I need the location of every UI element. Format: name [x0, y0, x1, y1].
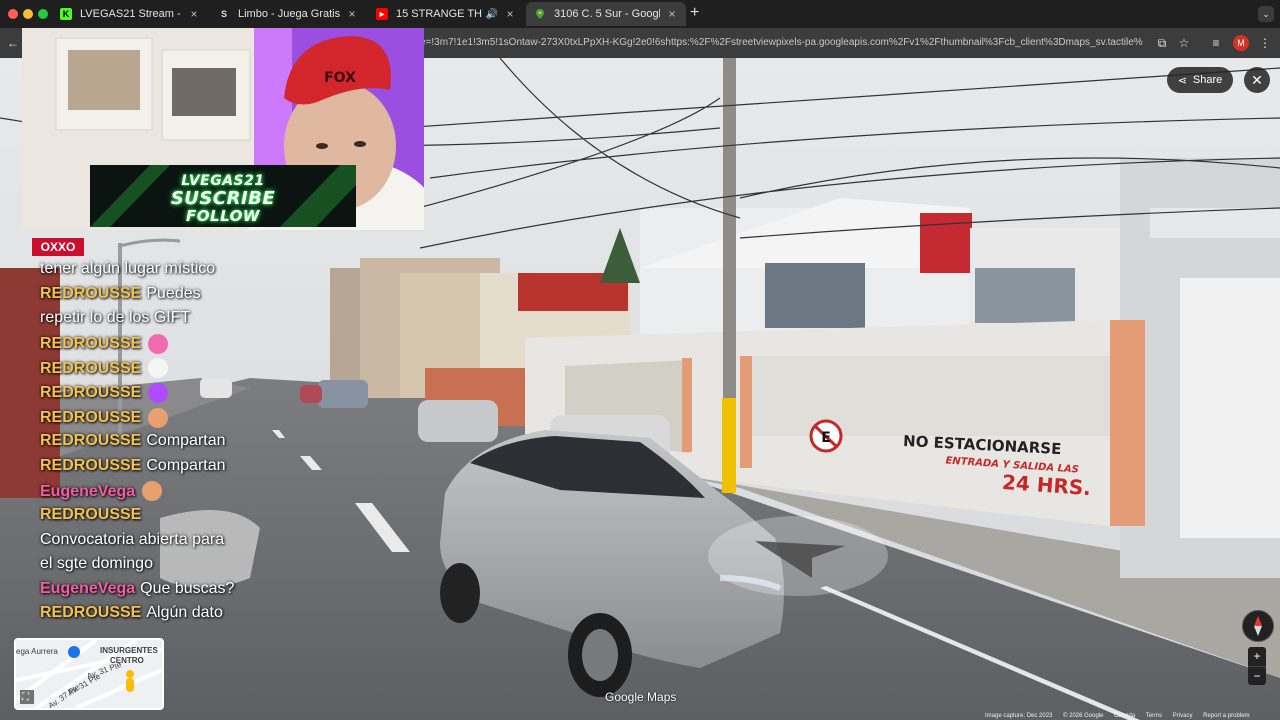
more-menu-icon[interactable]: ⋮ [1256, 33, 1274, 53]
pegman-icon [126, 678, 134, 692]
chat-text: el sgte domingo [40, 555, 153, 573]
oxxo-sign-text: OXXO [41, 240, 76, 254]
chat-message: REDROUSSE Compartan [40, 457, 226, 475]
chat-text: Convocatoria abierta para [40, 530, 225, 548]
profile-avatar[interactable]: M [1233, 35, 1249, 51]
chat-username: REDROUSSE [40, 335, 142, 353]
chat-text: repetir lo de los GIFT [40, 309, 191, 327]
youtube-icon: ▶ [376, 8, 388, 20]
face-emote-icon [148, 407, 169, 428]
svg-text:E: E [821, 430, 831, 446]
expand-map-icon[interactable]: ⛶ [22, 692, 29, 703]
chat-username: EugeneVega [40, 482, 136, 500]
address-bar[interactable]: e=!3m7!1e1!3m5!1sOntaw-273X0txLPpXH-KGg!… [420, 31, 1146, 55]
close-tab-icon[interactable]: × [504, 7, 516, 21]
media-controls-icon[interactable]: ≡ [1207, 33, 1225, 53]
tab-youtube[interactable]: ▶ 15 STRANGE THINGS Fou 🔊 × [368, 2, 524, 26]
mini-map[interactable]: ega Aurrera INSURGENTES CENTRO Av. 31 Pt… [14, 638, 164, 710]
kick-icon: K [60, 8, 72, 20]
report-problem-link[interactable]: Report a problem [1203, 713, 1249, 719]
chat-text: Algún dato [146, 604, 223, 622]
chat-message: REDROUSSE [40, 358, 169, 379]
chat-message: REDROUSSE [40, 407, 169, 428]
region-link[interactable]: Canada [1114, 713, 1135, 719]
chat-username: REDROUSSE [40, 432, 142, 450]
back-arrow-icon[interactable]: ← [4, 33, 22, 53]
tab-kick-stream[interactable]: K LVEGAS21 Stream - Kick Das × [52, 2, 208, 26]
new-tab-button[interactable]: + [690, 4, 699, 22]
chat-text: Compartan [146, 432, 226, 450]
chat-message: EugeneVega Que buscas? [40, 580, 234, 598]
chat-message: REDROUSSE [40, 383, 169, 403]
chat-username: REDROUSSE [40, 359, 142, 377]
share-icon: ⋖ [1177, 74, 1187, 87]
google-maps-icon [534, 8, 546, 20]
chat-message: el sgte domingo [40, 555, 153, 573]
chat-username: REDROUSSE [40, 604, 142, 622]
pink-sparkle-icon [148, 333, 169, 354]
chat-username: EugeneVega [40, 579, 136, 597]
image-capture-date: Image capture: Dec 2023 [985, 713, 1053, 719]
terms-link[interactable]: Terms [1146, 713, 1162, 719]
close-window-button[interactable] [8, 9, 18, 19]
chat-text: Que buscas? [140, 579, 235, 597]
chat-message: REDROUSSE Puedes [40, 285, 201, 303]
tab-limbo[interactable]: S Limbo - Juega Gratis Online × [210, 2, 366, 26]
tab-google-maps[interactable]: 3106 C. 5 Sur - Google Maps × [526, 2, 686, 26]
privacy-link[interactable]: Privacy [1173, 713, 1193, 719]
browser-tab-strip: K LVEGAS21 Stream - Kick Das × S Limbo -… [0, 0, 1280, 28]
chat-message: REDROUSSE [40, 506, 146, 524]
install-app-icon[interactable]: ⧉ [1153, 33, 1171, 53]
chat-message: REDROUSSE [40, 333, 169, 354]
close-street-view-button[interactable]: ✕ [1244, 67, 1270, 93]
google-maps-watermark: Google Maps [605, 690, 677, 704]
tab-title: 15 STRANGE THINGS Fou [396, 8, 482, 20]
zoom-in-button[interactable]: + [1248, 647, 1266, 666]
audio-playing-icon[interactable]: 🔊 [486, 9, 498, 20]
tab-title: LVEGAS21 Stream - Kick Das [80, 8, 182, 20]
tab-search-icon[interactable]: ⌄ [1258, 6, 1274, 22]
minimize-window-button[interactable] [23, 9, 33, 19]
close-tab-icon[interactable]: × [188, 7, 200, 21]
chat-username: REDROUSSE [40, 456, 142, 474]
zoom-out-button[interactable]: − [1248, 666, 1266, 686]
chat-text: tener algún lugar místico [40, 260, 216, 277]
chat-text: Puedes [146, 284, 201, 302]
chat-username: REDROUSSE [40, 384, 142, 402]
hand-point-icon [148, 358, 169, 379]
maps-footer: Image capture: Dec 2023 © 2026 Google Ca… [985, 712, 1258, 720]
sportsbook-icon: S [220, 9, 227, 19]
purple-emote-icon [148, 383, 169, 403]
zoom-controls: + − [1248, 647, 1266, 685]
compass-icon[interactable] [1242, 610, 1274, 642]
bookmark-star-icon[interactable]: ☆ [1175, 33, 1193, 53]
close-tab-icon[interactable]: × [666, 7, 678, 21]
maximize-window-button[interactable] [38, 9, 48, 19]
chat-message: REDROUSSE Algún dato [40, 604, 223, 622]
chat-message: EugeneVega [40, 481, 163, 502]
chat-message: tener algún lugar místico [40, 260, 215, 278]
share-button[interactable]: ⋖ Share [1167, 67, 1233, 93]
cap-logo-text: FOX [324, 70, 356, 86]
close-tab-icon[interactable]: × [346, 7, 358, 21]
follow-banner: LVEGAS21 SUSCRIBE FOLLOW [90, 165, 356, 227]
tab-title: Limbo - Juega Gratis Online [238, 8, 340, 20]
chat-username: REDROUSSE [40, 284, 142, 302]
copyright: © 2026 Google [1063, 713, 1104, 719]
chat-message: repetir lo de los GIFT [40, 309, 190, 327]
chat-username: REDROUSSE [40, 408, 142, 426]
face-emote-icon [142, 481, 163, 502]
chat-text: Compartan [146, 456, 226, 474]
tab-title: 3106 C. 5 Sur - Google Maps [554, 8, 660, 20]
chat-username: REDROUSSE [40, 506, 142, 523]
chat-message: REDROUSSE Compartan [40, 432, 226, 450]
chat-message: Convocatoria abierta para [40, 531, 224, 549]
